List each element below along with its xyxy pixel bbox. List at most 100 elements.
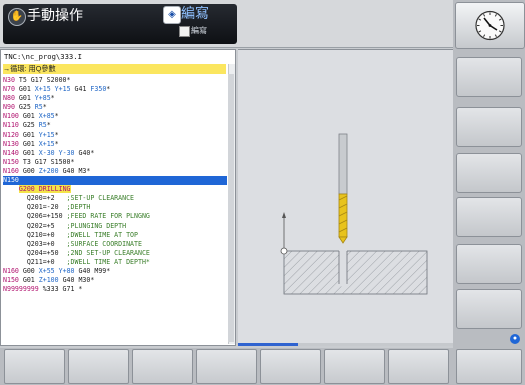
block-content: T5 G17 S2000*: [14, 76, 71, 84]
q-parameter-comment: ;SURFACE COORDINATE: [66, 239, 142, 248]
block-number: N140: [3, 148, 19, 157]
right-softkey-2[interactable]: [456, 107, 522, 147]
workpiece: [283, 250, 428, 295]
edit-arrow-icon: ◈: [163, 6, 181, 24]
q-parameter-comment: ;2ND SET-UP CLEARANCE: [66, 248, 150, 257]
cycle-parameter-line[interactable]: Q210=+0 ;DWELL TIME AT TOP: [3, 231, 227, 240]
program-line[interactable]: N140 G01 X-30 Y-30 G40*: [3, 149, 227, 158]
block-content: G01 X+85*: [18, 112, 59, 121]
cycle-parameter-line[interactable]: Q204=+50 ;2ND SET-UP CLEARANCE: [3, 249, 227, 258]
drill-bit-icon: [338, 133, 348, 244]
cycle-parameter-line[interactable]: Q200=+2 ;SET-UP CLEARANCE: [3, 194, 227, 203]
bottom-softkey-7[interactable]: [388, 349, 449, 384]
q-parameter: Q200=+2: [3, 194, 67, 203]
selected-line[interactable]: N150: [3, 176, 227, 186]
program-line[interactable]: N160 G00 Z+200 G40 M3*: [3, 167, 227, 176]
block-content: G01 Z+100 G40 M30*: [18, 276, 95, 285]
cycle-parameter-line[interactable]: Q202=+5 ;PLUNGING DEPTH: [3, 222, 227, 231]
cycle-number: G200: [18, 185, 35, 194]
block-number: N160: [3, 166, 19, 175]
block-number: N80: [3, 94, 15, 103]
q-parameter-comment: ;PLUNGING DEPTH: [66, 221, 127, 230]
cycle-graphic-panel: [238, 49, 453, 344]
block-number: N120: [3, 130, 19, 139]
block-content: G25 R5*: [14, 103, 47, 112]
program-line[interactable]: N30 T5 G17 S2000*: [3, 76, 227, 85]
q-parameter: Q203=+0: [3, 239, 67, 248]
block-number: N110: [3, 121, 19, 130]
block-content: %333 G71 *: [38, 285, 83, 294]
program-line[interactable]: N160 G00 X+55 Y+80 G40 M99*: [3, 267, 227, 276]
bottom-softkey-5[interactable]: [260, 349, 321, 384]
cycle-parameter-line[interactable]: Q201=-20 ;DEPTH: [3, 203, 227, 212]
q-parameter: Q204=+50: [3, 248, 67, 257]
program-line[interactable]: N150 T3 G17 S1500*: [3, 158, 227, 167]
program-line[interactable]: N90 G25 R5*: [3, 103, 227, 112]
graphic-scroll-thumb[interactable]: [238, 343, 298, 346]
program-scroll-thumb[interactable]: [228, 74, 234, 342]
block-content: G25 R5*: [18, 121, 51, 130]
cycle-parameter-line[interactable]: Q206=+150 ;FEED RATE FOR PLNGNG: [3, 212, 227, 221]
block-content: G01 X-30 Y-30 G40*: [18, 148, 95, 157]
q-parameter: Q202=+5: [3, 221, 67, 230]
right-softkey-6[interactable]: [456, 289, 522, 329]
block-content: G01 Y+85*: [14, 94, 55, 103]
bottom-softkey-3[interactable]: [132, 349, 193, 384]
q-parameter: Q206=+150: [3, 212, 67, 221]
program-line[interactable]: N130 G01 X+15*: [3, 140, 227, 149]
comment-line: →循環: 用Q參數: [3, 64, 226, 74]
bottom-softkey-6[interactable]: [324, 349, 385, 384]
cycle-parameter-line[interactable]: Q203=+0 ;SURFACE COORDINATE: [3, 240, 227, 249]
help-icon[interactable]: ●: [510, 334, 520, 344]
cycle-parameter-line[interactable]: Q211=+0 ;DWELL TIME AT DEPTH*: [3, 258, 227, 267]
block-number: N90: [3, 103, 15, 112]
q-parameter-comment: ;DWELL TIME AT DEPTH*: [66, 257, 150, 266]
block-number: N150: [3, 157, 19, 166]
cycle-header-line[interactable]: G200 DRILLING: [3, 185, 227, 194]
program-file-icon: [179, 26, 190, 37]
program-mode-title: 編寫: [181, 5, 209, 21]
program-mode-subtitle: 編寫: [191, 26, 207, 35]
program-line[interactable]: N99999999 %333 G71 *: [3, 285, 227, 294]
program-lines: N30 T5 G17 S2000* N70 G01 X+15 Y+15 G41 F…: [3, 76, 227, 294]
block-content: G01 Y+15*: [18, 130, 59, 139]
q-parameter-comment: ;DWELL TIME AT TOP: [66, 230, 138, 239]
program-path: TNC:\nc_prog\333.I: [4, 52, 82, 61]
q-parameter: Q201=-20: [3, 203, 67, 212]
program-line[interactable]: N80 G01 Y+85*: [3, 94, 227, 103]
block-number: N99999999: [3, 285, 39, 294]
bottom-softkey-4[interactable]: [196, 349, 257, 384]
block-number: N100: [3, 112, 19, 121]
right-softkey-4[interactable]: [456, 197, 522, 237]
q-parameter: Q210=+0: [3, 230, 67, 239]
block-number: N70: [3, 85, 15, 94]
block-content: G01 X+15 Y+15 G41 F350*: [14, 85, 111, 94]
q-parameter-comment: ;SET-UP CLEARANCE: [66, 194, 135, 203]
program-line[interactable]: N70 G01 X+15 Y+15 G41 F350*: [3, 85, 227, 94]
program-line[interactable]: N120 G01 Y+15*: [3, 131, 227, 140]
q-parameter-comment: ;DEPTH: [66, 203, 91, 212]
block-content: G00 Z+200 G40 M3*: [18, 166, 91, 175]
block-number: N130: [3, 139, 19, 148]
bottom-softkey-1[interactable]: [4, 349, 65, 384]
bottom-softkey-2[interactable]: [68, 349, 129, 384]
block-content: G00 X+55 Y+80 G40 M99*: [18, 266, 111, 275]
clock-button[interactable]: [455, 2, 525, 49]
right-softkey-5[interactable]: [456, 244, 522, 284]
right-softkey-1[interactable]: [456, 57, 522, 97]
block-number: N150: [3, 276, 19, 285]
bottom-softkey-8[interactable]: [456, 349, 522, 384]
program-line[interactable]: N110 G25 R5*: [3, 121, 227, 130]
q-parameter-comment: ;FEED RATE FOR PLNGNG: [66, 212, 150, 221]
block-content: T3 G17 S1500*: [18, 157, 75, 166]
program-line[interactable]: N150 G01 Z+100 G40 M30*: [3, 276, 227, 285]
block-number: N30: [3, 76, 15, 84]
hand-icon: ✋: [8, 8, 26, 26]
mode-title: 手動操作: [27, 7, 83, 23]
right-softkey-3[interactable]: [456, 153, 522, 193]
block-number: N160: [3, 266, 19, 275]
block-content: G01 X+15*: [18, 139, 59, 148]
clock-icon: [475, 10, 505, 41]
program-line[interactable]: N100 G01 X+85*: [3, 112, 227, 121]
cycle-name: DRILLING: [34, 185, 71, 194]
